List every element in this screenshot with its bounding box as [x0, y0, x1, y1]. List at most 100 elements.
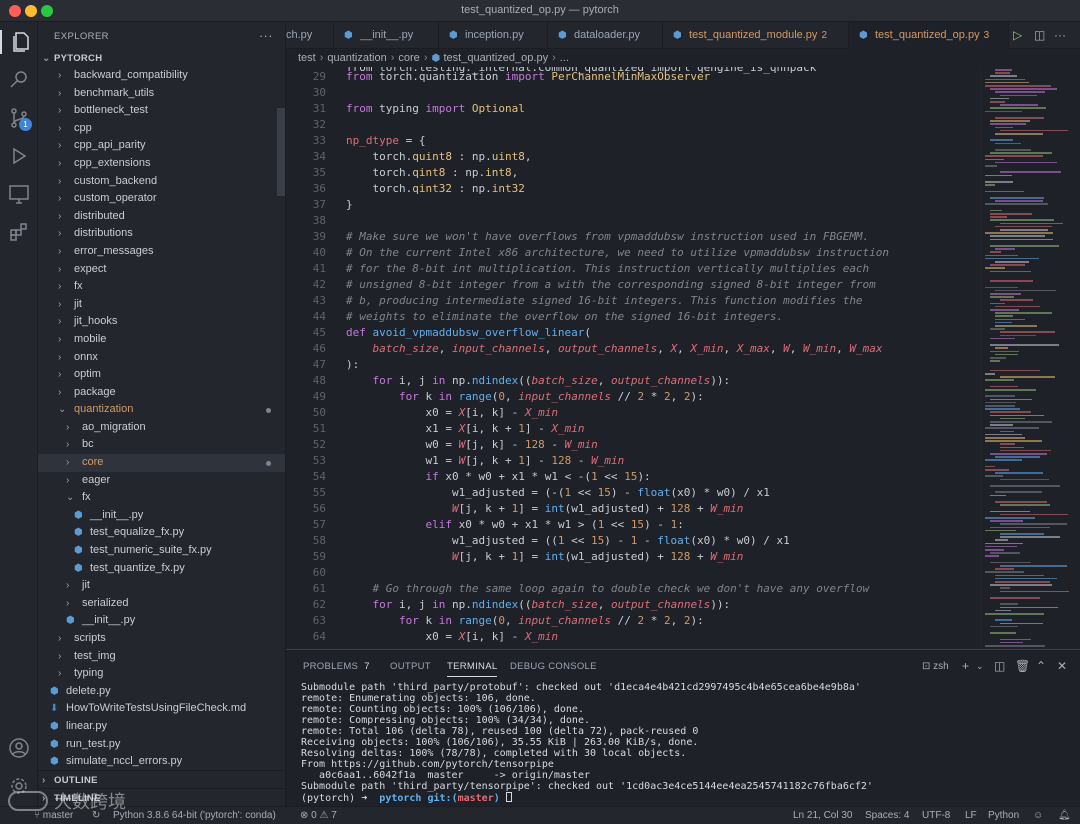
tree-folder[interactable]: › jit	[38, 577, 285, 595]
tree-folder[interactable]: › cpp	[38, 120, 285, 138]
tree-folder[interactable]: › onnx	[38, 349, 285, 367]
tree-folder[interactable]: › distributed	[38, 208, 285, 226]
tab-init[interactable]: ⬢ __init__.py	[334, 22, 439, 49]
tree-item-label: __init__.py	[82, 614, 136, 627]
minimap[interactable]	[980, 67, 1080, 649]
code-line: 33 np_dtype = {	[286, 133, 980, 149]
explorer-icon[interactable]	[0, 30, 38, 54]
tree-folder[interactable]: › bc	[38, 436, 285, 454]
tree-folder[interactable]: › scripts	[38, 630, 285, 648]
minimap-line	[990, 453, 1048, 455]
tree-folder[interactable]: › core	[38, 454, 285, 472]
tree-file[interactable]: ⬇ HowToWriteTestsUsingFileCheck.md	[38, 700, 285, 718]
minimap-line	[1000, 222, 1064, 225]
tab-output[interactable]: OUTPUT	[390, 661, 431, 672]
outline-section[interactable]: › OUTLINE	[38, 770, 286, 790]
split-terminal-icon[interactable]: ◫	[994, 659, 1005, 673]
tree-folder[interactable]: › backward_compatibility	[38, 67, 285, 85]
chevron-down-icon[interactable]: ⌄	[976, 661, 984, 672]
split-editor-icon[interactable]: ◫	[1034, 28, 1048, 42]
tree-folder[interactable]: › expect	[38, 261, 285, 279]
extensions-icon[interactable]	[7, 220, 31, 244]
tree-folder[interactable]: › jit_hooks	[38, 313, 285, 331]
tree-file[interactable]: ⬢ test_quantize_fx.py	[38, 560, 285, 578]
chevron-right-icon: ›	[58, 263, 62, 275]
status-bar: ⑂ master ↻ Python 3.8.6 64-bit ('pytorch…	[0, 806, 1080, 824]
problems-status[interactable]: ⊗ 0 ⚠ 7	[300, 810, 337, 821]
tree-file[interactable]: ⬢ linear.py	[38, 718, 285, 736]
breadcrumb-item[interactable]: test_quantized_op.py	[443, 52, 548, 64]
tree-folder[interactable]: › package	[38, 384, 285, 402]
terminal-output[interactable]: Submodule path 'third_party/protobuf': c…	[301, 682, 873, 804]
more-actions-icon[interactable]: ···	[259, 28, 273, 43]
remote-explorer-icon[interactable]	[7, 182, 31, 206]
run-file-icon[interactable]: ▷	[1013, 28, 1027, 42]
tab-debug-console[interactable]: DEBUG CONSOLE	[510, 661, 597, 672]
minimap-line	[985, 155, 1043, 157]
tree-folder[interactable]: › cpp_extensions	[38, 155, 285, 173]
maximize-panel-icon[interactable]: ⌃	[1036, 659, 1046, 673]
tree-folder[interactable]: › eager	[38, 472, 285, 490]
tab-problems[interactable]: PROBLEMS 7	[303, 661, 370, 672]
tab-terminal[interactable]: TERMINAL	[447, 661, 498, 677]
minimap-line	[995, 261, 1029, 263]
tree-folder[interactable]: ⌄ quantization	[38, 401, 285, 419]
account-icon[interactable]	[7, 736, 31, 760]
line-number: 63	[312, 614, 326, 627]
breadcrumb-item[interactable]: ...	[560, 52, 569, 64]
tree-file[interactable]: ⬢ delete.py	[38, 683, 285, 701]
tree-folder[interactable]: › cpp_api_parity	[38, 137, 285, 155]
tree-folder[interactable]: ⌄ fx	[38, 489, 285, 507]
tree-folder[interactable]: › custom_backend	[38, 173, 285, 191]
tree-folder[interactable]: › serialized	[38, 595, 285, 613]
search-icon[interactable]	[7, 68, 31, 92]
terminal-shell-selector[interactable]: ⊡ zsh	[922, 661, 949, 672]
tree-file[interactable]: ⬢ __init__.py	[38, 612, 285, 630]
code-editor[interactable]: from torch.testing._internal.common_quan…	[286, 67, 980, 649]
tree-folder[interactable]: › distributions	[38, 225, 285, 243]
language-mode[interactable]: Python	[988, 810, 1019, 821]
more-actions-icon[interactable]: ···	[1054, 28, 1068, 42]
line-endings[interactable]: LF	[965, 810, 977, 821]
tab-inception[interactable]: ⬢ inception.py	[439, 22, 548, 49]
indentation[interactable]: Spaces: 4	[865, 810, 909, 821]
tab-dataloader[interactable]: ⬢ dataloader.py	[548, 22, 663, 49]
watermark-text: 大数跨境	[54, 792, 126, 813]
tree-file[interactable]: ⬢ test_equalize_fx.py	[38, 524, 285, 542]
trash-icon[interactable]: 🗑︎	[1015, 659, 1030, 673]
breadcrumb-item[interactable]: core	[398, 52, 419, 64]
tree-folder[interactable]: › test_img	[38, 648, 285, 666]
tree-folder[interactable]: › custom_operator	[38, 190, 285, 208]
minimap-line	[985, 203, 1048, 205]
tree-folder[interactable]: › mobile	[38, 331, 285, 349]
run-debug-icon[interactable]	[7, 144, 31, 168]
tree-folder[interactable]: › typing	[38, 665, 285, 683]
tree-folder[interactable]: › fx	[38, 278, 285, 296]
feedback-icon[interactable]: ☺	[1033, 810, 1043, 821]
python-file-icon: ⬢	[859, 30, 868, 41]
tree-file[interactable]: ⬢ test_numeric_suite_fx.py	[38, 542, 285, 560]
python-interpreter[interactable]: Python 3.8.6 64-bit ('pytorch': conda)	[113, 810, 276, 821]
tree-folder[interactable]: › optim	[38, 366, 285, 384]
python-file-icon: ⬢	[74, 545, 83, 557]
tree-file[interactable]: ⬢ run_test.py	[38, 736, 285, 754]
tree-file[interactable]: ⬢ __init__.py	[38, 507, 285, 525]
encoding[interactable]: UTF-8	[922, 810, 950, 821]
tree-folder[interactable]: › jit	[38, 296, 285, 314]
tab-test-quantized-module[interactable]: ⬢ test_quantized_module.py 2	[663, 22, 849, 49]
breadcrumb-item[interactable]: test	[298, 52, 316, 64]
workspace-root[interactable]: ⌄ PYTORCH	[38, 50, 285, 67]
tree-folder[interactable]: › ao_migration	[38, 419, 285, 437]
tab-test-quantized-op[interactable]: ⬢ test_quantized_op.py 3	[849, 22, 1009, 49]
notifications-icon[interactable]: 🔔︎	[1058, 810, 1071, 821]
breadcrumb-item[interactable]: quantization	[327, 52, 386, 64]
tab-ch[interactable]: ch.py	[286, 22, 334, 49]
sidebar-scrollbar[interactable]	[277, 108, 285, 196]
tree-folder[interactable]: › benchmark_utils	[38, 85, 285, 103]
tree-file[interactable]: ⬢ simulate_nccl_errors.py	[38, 753, 285, 771]
tree-folder[interactable]: › error_messages	[38, 243, 285, 261]
cursor-position[interactable]: Ln 21, Col 30	[793, 810, 853, 821]
tree-folder[interactable]: › bottleneck_test	[38, 102, 285, 120]
new-terminal-icon[interactable]: +	[962, 659, 969, 673]
close-panel-icon[interactable]: ✕	[1057, 659, 1067, 673]
